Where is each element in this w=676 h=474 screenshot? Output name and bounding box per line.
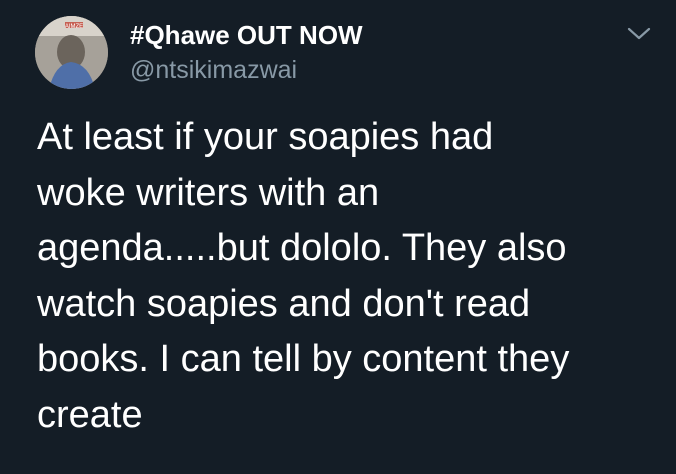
display-name[interactable]: #Qhawe OUT NOW: [130, 20, 363, 50]
tweet-text: At least if your soapies had woke writer…: [37, 110, 662, 443]
tweet-text-line: books. I can tell by content they: [37, 338, 570, 380]
tweet-text-line: woke writers with an: [37, 171, 380, 214]
avatar-image: AIMZE: [35, 16, 108, 89]
chevron-down-icon[interactable]: [626, 24, 652, 44]
tweet-text-line: watch soapies and don't read: [37, 282, 531, 325]
tweet-card: AIMZE #Qhawe OUT NOW @ntsikimazwai At le…: [0, 0, 676, 474]
tweet-text-line: agenda.....but dololo. They also: [37, 227, 567, 269]
user-handle[interactable]: @ntsikimazwai: [130, 55, 297, 85]
avatar[interactable]: AIMZE: [35, 16, 108, 89]
avatar-badge-text: AIMZE: [65, 24, 83, 30]
tweet-text-line: create: [37, 393, 143, 436]
tweet-text-line: At least if your soapies had: [37, 116, 494, 158]
